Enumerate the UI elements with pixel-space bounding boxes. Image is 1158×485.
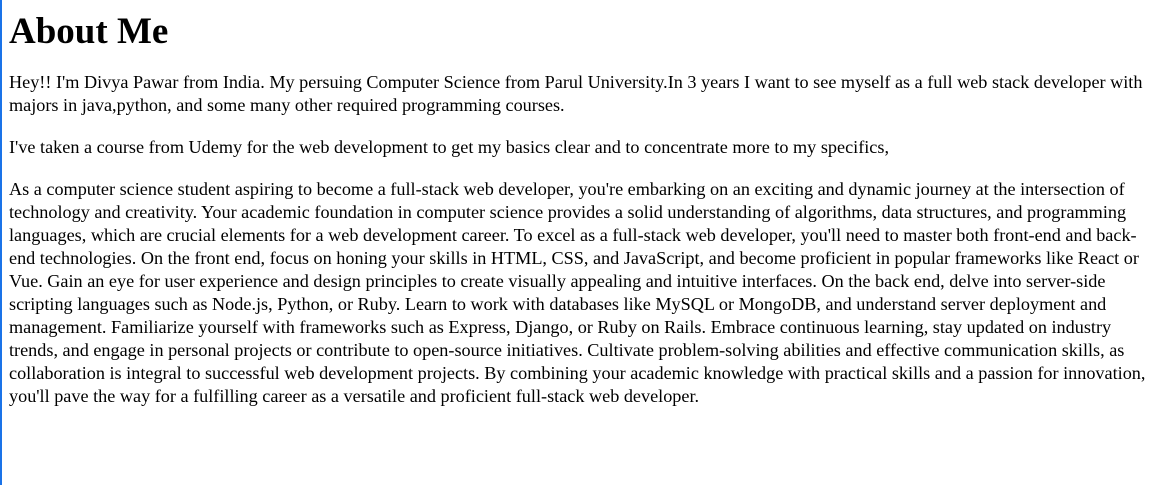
page-title: About Me <box>9 11 169 52</box>
intro-paragraph: Hey!! I'm Divya Pawar from India. My per… <box>9 71 1143 115</box>
about-section: About Me Hey!! I'm Divya Pawar from Indi… <box>9 0 1149 427</box>
course-paragraph: I've taken a course from Udemy for the w… <box>9 136 889 157</box>
left-edge-border <box>0 0 2 485</box>
career-paragraph: As a computer science student aspiring t… <box>9 178 1146 406</box>
